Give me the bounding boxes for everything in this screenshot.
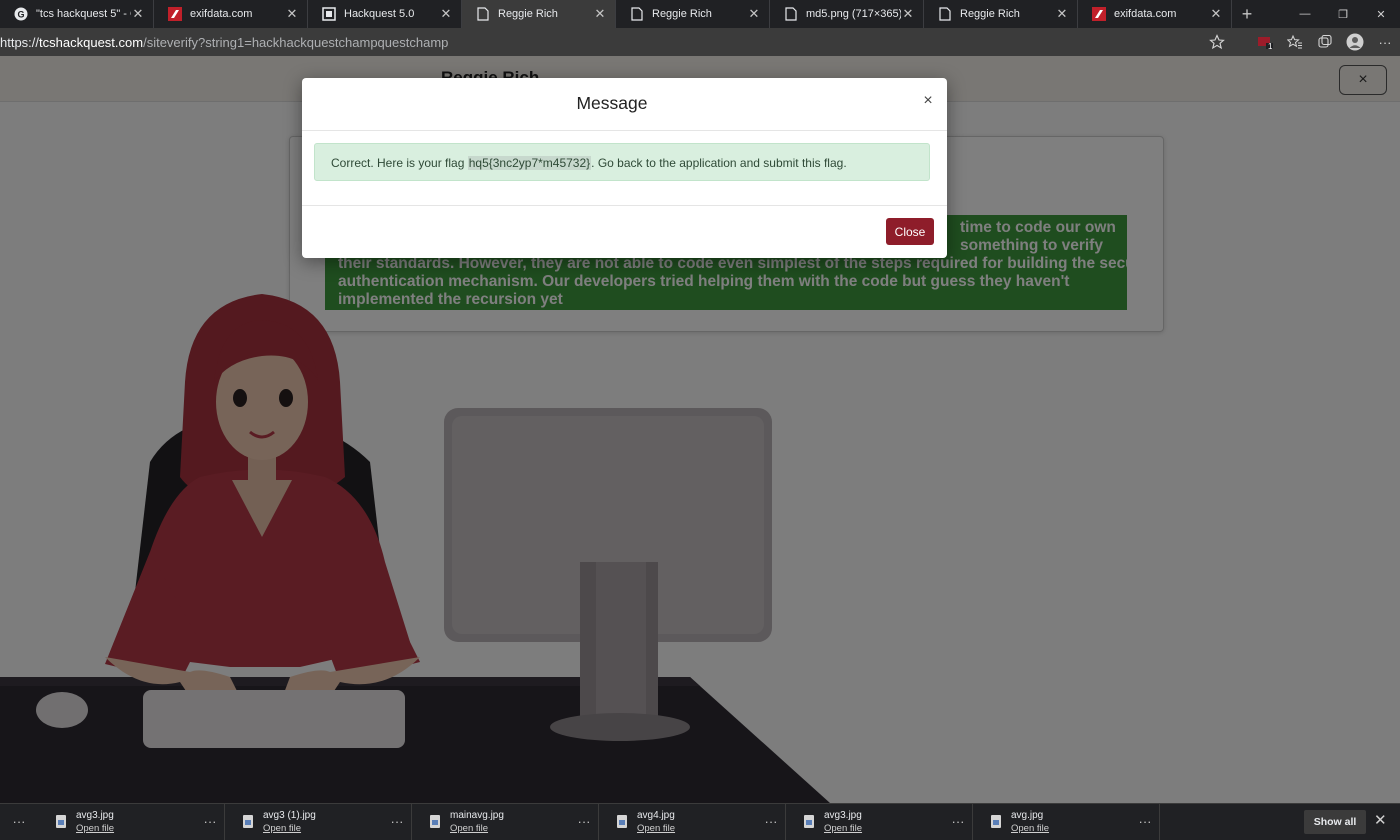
download-options-button[interactable]: ··· bbox=[757, 814, 785, 829]
exifdata-favicon-icon bbox=[1092, 7, 1106, 21]
download-filename: avg3 (1).jpg bbox=[263, 809, 316, 821]
url-host: tcshackquest.com bbox=[39, 34, 144, 50]
tab-title: Reggie Rich bbox=[960, 8, 1020, 20]
tab-hackquest[interactable]: Hackquest 5.0 ✕ bbox=[308, 0, 462, 28]
tab-md5-png[interactable]: md5.png (717×365) ✕ bbox=[770, 0, 924, 28]
tab-title: Reggie Rich bbox=[652, 8, 712, 20]
tab-exifdata-2[interactable]: exifdata.com ✕ bbox=[1078, 0, 1232, 28]
image-file-icon bbox=[56, 815, 66, 828]
tab-reggie-rich-active[interactable]: Reggie Rich ✕ bbox=[462, 0, 616, 28]
download-item[interactable]: avg3.jpg Open file ··· bbox=[38, 803, 225, 840]
open-file-link[interactable]: Open file bbox=[824, 823, 944, 834]
url-path: /siteverify?string1=hackhackquestchampqu… bbox=[143, 34, 449, 50]
tab-title: "tcs hackquest 5" - Goo bbox=[36, 8, 131, 20]
download-options-button[interactable]: ··· bbox=[570, 814, 598, 829]
download-filename: avg4.jpg bbox=[637, 809, 675, 821]
tab-google-search[interactable]: G "tcs hackquest 5" - Goo ✕ bbox=[0, 0, 154, 28]
image-file-icon bbox=[243, 815, 253, 828]
extension-badge: 1 bbox=[1268, 42, 1273, 51]
download-filename: avg3.jpg bbox=[76, 809, 114, 821]
settings-more-button[interactable]: ··· bbox=[1370, 28, 1400, 56]
tab-title: Hackquest 5.0 bbox=[344, 8, 415, 20]
flag-value[interactable]: hq5{3nc2yp7*m45732} bbox=[467, 156, 592, 170]
exifdata-favicon-icon bbox=[168, 7, 182, 21]
success-alert: Correct. Here is your flag hq5{3nc2yp7*m… bbox=[314, 143, 930, 181]
page-icon bbox=[938, 7, 952, 21]
tab-close-icon[interactable]: ✕ bbox=[593, 6, 607, 22]
tab-close-icon[interactable]: ✕ bbox=[1055, 6, 1069, 22]
tab-reggie-rich-2[interactable]: Reggie Rich ✕ bbox=[924, 0, 1078, 28]
page-icon bbox=[630, 7, 644, 21]
favorites-icon[interactable] bbox=[1280, 28, 1310, 56]
new-tab-button[interactable]: + bbox=[1232, 0, 1262, 28]
tab-close-icon[interactable]: ✕ bbox=[747, 6, 761, 22]
tab-close-icon[interactable]: ✕ bbox=[439, 6, 453, 22]
url-scheme: https:// bbox=[0, 34, 40, 50]
tab-close-icon[interactable]: ✕ bbox=[285, 6, 299, 22]
svg-text:G: G bbox=[17, 10, 24, 20]
open-file-link[interactable]: Open file bbox=[263, 823, 383, 834]
address-bar[interactable]: https://tcshackquest.com/siteverify?stri… bbox=[0, 28, 1400, 56]
tab-close-icon[interactable]: ✕ bbox=[131, 6, 145, 22]
modal-title: Message bbox=[576, 93, 648, 113]
minimize-button[interactable]: — bbox=[1286, 0, 1324, 28]
tab-title: md5.png (717×365) bbox=[806, 8, 901, 20]
close-button[interactable]: Close bbox=[886, 218, 934, 245]
hackquest-favicon-icon bbox=[322, 7, 336, 21]
download-item[interactable]: mainavg.jpg Open file ··· bbox=[412, 803, 599, 840]
image-file-icon bbox=[430, 815, 440, 828]
favorite-star-icon[interactable] bbox=[1202, 28, 1232, 56]
page-icon bbox=[784, 7, 798, 21]
window-controls: — ❐ ✕ bbox=[1286, 0, 1400, 28]
downloads-bar: ··· avg3.jpg Open file ··· avg3 (1).jpg … bbox=[0, 803, 1400, 840]
page-viewport: Reggie Rich × time to code our own somet… bbox=[0, 56, 1400, 803]
download-item[interactable]: avg.jpg Open file ··· bbox=[973, 803, 1160, 840]
open-file-link[interactable]: Open file bbox=[76, 823, 196, 834]
tab-close-icon[interactable]: ✕ bbox=[901, 6, 915, 22]
show-all-downloads-button[interactable]: Show all bbox=[1304, 810, 1366, 834]
tab-title: Reggie Rich bbox=[498, 8, 558, 20]
downloads-more-button[interactable]: ··· bbox=[0, 814, 38, 829]
tab-exifdata[interactable]: exifdata.com ✕ bbox=[154, 0, 308, 28]
open-file-link[interactable]: Open file bbox=[1011, 823, 1131, 834]
download-item[interactable]: avg4.jpg Open file ··· bbox=[599, 803, 786, 840]
close-window-button[interactable]: ✕ bbox=[1362, 0, 1400, 28]
close-downloads-bar-icon[interactable]: ✕ bbox=[1374, 811, 1387, 829]
download-options-button[interactable]: ··· bbox=[196, 814, 224, 829]
maximize-button[interactable]: ❐ bbox=[1324, 0, 1362, 28]
modal-close-icon[interactable]: × bbox=[921, 92, 935, 110]
toolbar-icons: 1 ··· bbox=[1202, 28, 1400, 56]
modal-divider bbox=[302, 205, 947, 206]
image-file-icon bbox=[991, 815, 1001, 828]
tab-reggie-rich[interactable]: Reggie Rich ✕ bbox=[616, 0, 770, 28]
open-file-link[interactable]: Open file bbox=[637, 823, 757, 834]
collections-icon[interactable] bbox=[1310, 28, 1340, 56]
modal-divider bbox=[302, 130, 947, 131]
download-filename: mainavg.jpg bbox=[450, 809, 504, 821]
image-file-icon bbox=[804, 815, 814, 828]
alert-text-after: . Go back to the application and submit … bbox=[591, 156, 847, 170]
download-item[interactable]: avg3 (1).jpg Open file ··· bbox=[225, 803, 412, 840]
image-file-icon bbox=[617, 815, 627, 828]
message-dialog: Message × Correct. Here is your flag hq5… bbox=[302, 78, 947, 258]
download-item[interactable]: avg3.jpg Open file ··· bbox=[786, 803, 973, 840]
alert-text-before: Correct. Here is your flag bbox=[331, 156, 468, 170]
page-icon bbox=[476, 7, 490, 21]
tab-close-icon[interactable]: ✕ bbox=[1209, 6, 1223, 22]
tab-title: exifdata.com bbox=[190, 8, 253, 20]
download-filename: avg3.jpg bbox=[824, 809, 862, 821]
extension-icon[interactable]: 1 bbox=[1250, 28, 1280, 56]
download-options-button[interactable]: ··· bbox=[944, 814, 972, 829]
tab-title: exifdata.com bbox=[1114, 8, 1177, 20]
download-filename: avg.jpg bbox=[1011, 809, 1044, 821]
open-file-link[interactable]: Open file bbox=[450, 823, 570, 834]
download-options-button[interactable]: ··· bbox=[1131, 814, 1159, 829]
tab-strip: G "tcs hackquest 5" - Goo ✕ exifdata.com… bbox=[0, 0, 1400, 28]
google-icon: G bbox=[14, 7, 28, 21]
profile-avatar-icon[interactable] bbox=[1340, 28, 1370, 56]
download-options-button[interactable]: ··· bbox=[383, 814, 411, 829]
url-field[interactable]: https://tcshackquest.com/siteverify?stri… bbox=[0, 35, 448, 50]
